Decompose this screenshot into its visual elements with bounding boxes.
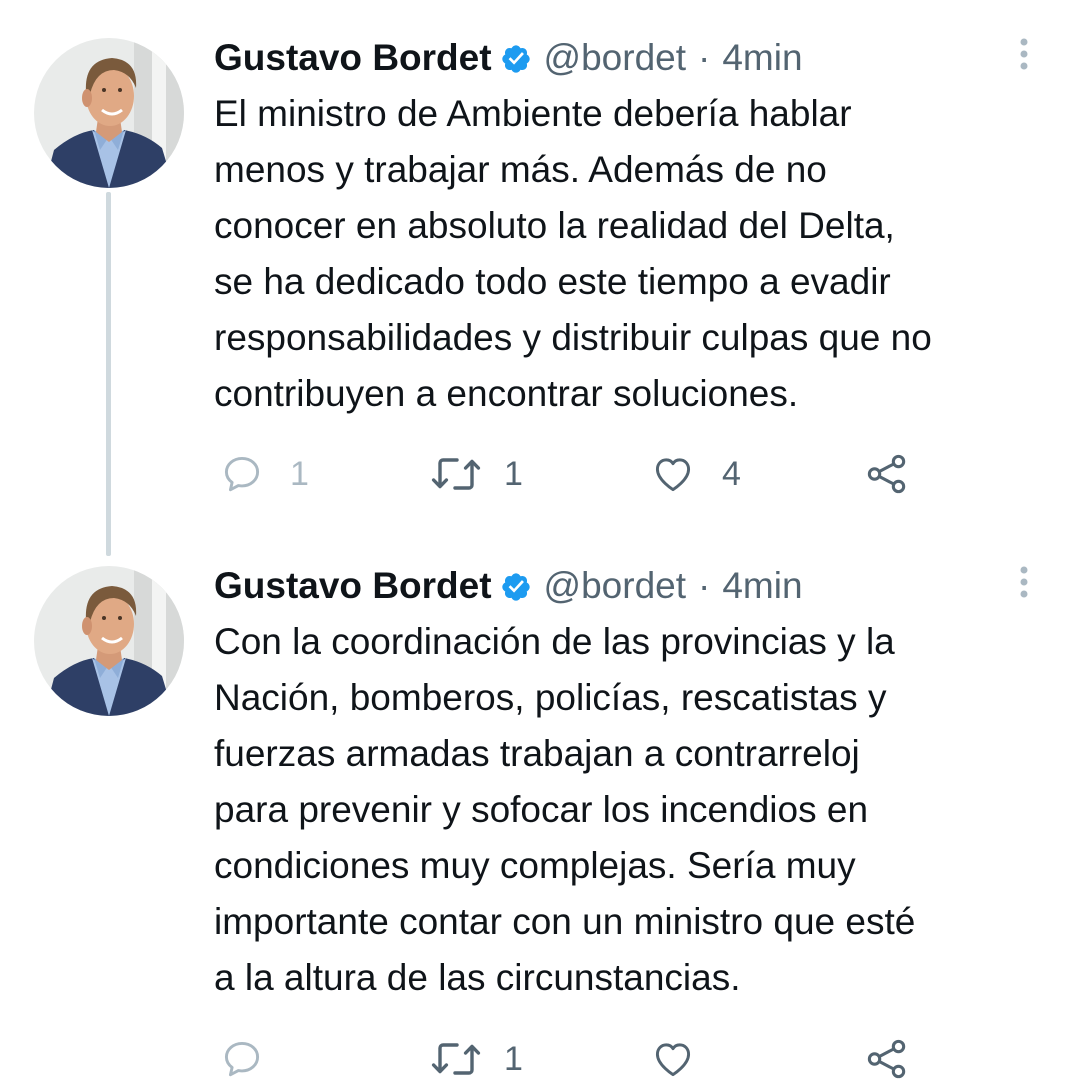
verified-badge-icon [500,570,532,602]
share-button[interactable] [864,1034,910,1084]
author-name[interactable]: Gustavo Bordet [214,565,492,607]
tweet-text-line: importante contar con un ministro que es… [214,901,916,942]
tweet-text-line: contribuyen a encontrar soluciones. [214,373,799,414]
tweet-text-line: conocer en absoluto la realidad del Delt… [214,205,895,246]
tweet-text-line: menos y trabajar más. Además de no [214,149,827,190]
share-icon [864,451,910,497]
tweet-time[interactable]: 4min [722,37,802,79]
tweet-header: Gustavo Bordet @bordet · 4min [214,561,803,611]
tweet-header: Gustavo Bordet @bordet · 4min [214,33,803,83]
tweet-text: El ministro de Ambiente debería hablar m… [214,86,1054,422]
tweet[interactable]: Gustavo Bordet @bordet · 4min El ministr… [0,0,1080,556]
tweet-text-line: Nación, bomberos, policías, rescatistas … [214,677,887,718]
reply-button[interactable] [220,1034,290,1084]
author-name[interactable]: Gustavo Bordet [214,37,492,79]
more-options-icon[interactable] [1016,566,1032,606]
retweet-button[interactable]: 1 [430,1034,523,1084]
verified-badge-icon [500,42,532,74]
tweet[interactable]: Gustavo Bordet @bordet · 4min Con la coo… [0,556,1080,1079]
separator: · [698,37,711,78]
share-icon [864,1036,910,1082]
author-handle[interactable]: @bordet [544,565,686,607]
tweet-text: Con la coordinación de las provincias y … [214,614,1054,1006]
tweet-actions: 1 1 4 [218,449,938,499]
like-icon [650,452,696,496]
like-button[interactable] [650,1034,722,1084]
retweet-icon [430,452,482,496]
reply-count: 1 [290,454,309,493]
tweet-text-line: El ministro de Ambiente debería hablar [214,93,852,134]
retweet-icon [430,1037,482,1081]
separator: · [698,565,711,606]
tweet-time[interactable]: 4min [722,565,802,607]
like-button[interactable]: 4 [650,449,741,499]
author-handle[interactable]: @bordet [544,37,686,79]
reply-button[interactable]: 1 [220,449,309,499]
retweet-button[interactable]: 1 [430,449,523,499]
reply-icon [220,1037,264,1081]
tweet-text-line: condiciones muy complejas. Sería muy [214,845,856,886]
tweet-text-line: a la altura de las circunstancias. [214,957,741,998]
retweet-count: 1 [504,454,523,493]
retweet-count: 1 [504,1039,523,1078]
avatar[interactable] [34,38,184,188]
like-icon [650,1037,696,1081]
tweet-text-line: para prevenir y sofocar los incendios en [214,789,869,830]
share-button[interactable] [864,449,910,499]
avatar[interactable] [34,566,184,716]
like-count: 4 [722,454,741,493]
reply-icon [220,452,264,496]
tweet-text-line: responsabilidades y distribuir culpas qu… [214,317,932,358]
tweet-text-line: se ha dedicado todo este tiempo a evadir [214,261,891,302]
tweet-actions: 1 [218,1034,938,1084]
tweet-text-line: Con la coordinación de las provincias y … [214,621,895,662]
tweet-text-line: fuerzas armadas trabajan a contrarreloj [214,733,860,774]
more-options-icon[interactable] [1016,38,1032,78]
